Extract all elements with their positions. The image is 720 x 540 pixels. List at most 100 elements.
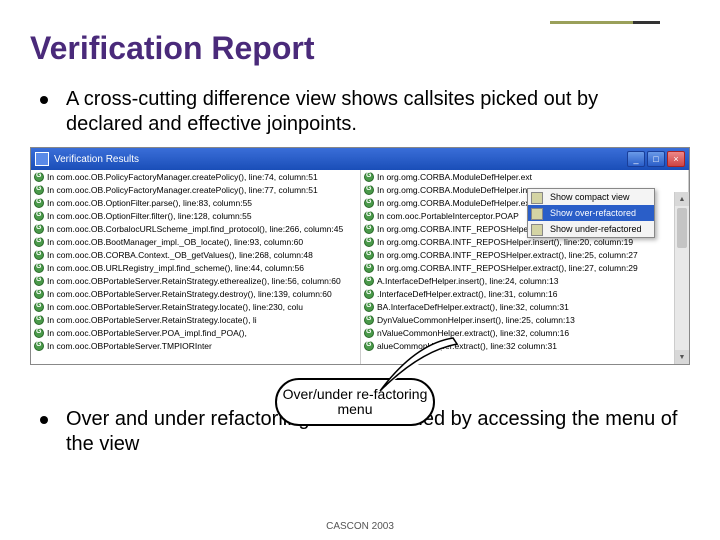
result-text: In org.omg.CORBA.INTF_REPOSHelper.extrac… [377, 263, 638, 273]
result-icon [34, 211, 44, 221]
scrollbar-thumb[interactable] [677, 208, 687, 248]
result-text: In org.omg.CORBA.INTF_REPOSHelper.extrac… [377, 250, 638, 260]
result-icon [364, 172, 374, 182]
result-icon [364, 289, 374, 299]
result-row[interactable]: BA.InterfaceDefHelper.extract(), line:32… [361, 300, 688, 313]
slide-title: Verification Report [30, 30, 690, 67]
result-icon [364, 315, 374, 325]
result-text: BA.InterfaceDefHelper.extract(), line:32… [377, 302, 569, 312]
result-icon [34, 276, 44, 286]
result-icon [364, 302, 374, 312]
result-text: DynValueCommonHelper.insert(), line:25, … [377, 315, 575, 325]
menu-show-under-refactored[interactable]: Show under-refactored [528, 221, 654, 237]
result-icon [364, 224, 374, 234]
verification-results-window: Verification Results _ □ × In com.ooc.OB… [30, 147, 690, 365]
result-row[interactable]: In org.omg.CORBA.ModuleDefHelper.ext [361, 170, 688, 183]
result-row[interactable]: In com.ooc.OBPortableServer.RetainStrate… [31, 287, 360, 300]
result-icon [34, 185, 44, 195]
result-text: In org.omg.CORBA.ModuleDefHelper.ext [377, 198, 532, 208]
result-row[interactable]: In com.ooc.OB.CORBA.Context._OB_getValue… [31, 248, 360, 261]
result-text: In com.ooc.OBPortableServer.RetainStrate… [47, 302, 303, 312]
bullet-dot-icon [40, 416, 48, 424]
vertical-scrollbar[interactable]: ▲ ▼ [674, 192, 689, 364]
result-row[interactable]: In com.ooc.OB.PolicyFactoryManager.creat… [31, 170, 360, 183]
result-text: In com.ooc.OBPortableServer.POA_impl.fin… [47, 328, 247, 338]
result-text: In org.omg.CORBA.ModuleDefHelper.ext [377, 172, 532, 182]
result-row[interactable]: In com.ooc.OBPortableServer.RetainStrate… [31, 313, 360, 326]
result-text: In com.ooc.OBPortableServer.RetainStrate… [47, 315, 257, 325]
maximize-button[interactable]: □ [647, 151, 665, 167]
result-icon [34, 237, 44, 247]
result-row[interactable]: In com.ooc.OB.CorbalocURLScheme_impl.fin… [31, 222, 360, 235]
result-text: In com.ooc.OBPortableServer.RetainStrate… [47, 276, 341, 286]
result-icon [34, 172, 44, 182]
result-text: In com.ooc.OB.PolicyFactoryManager.creat… [47, 185, 318, 195]
result-text: .InterfaceDefHelper.extract(), line:31, … [377, 289, 557, 299]
result-text: A.InterfaceDefHelper.insert(), line:24, … [377, 276, 558, 286]
result-row[interactable]: DynValueCommonHelper.insert(), line:25, … [361, 313, 688, 326]
result-icon [364, 341, 374, 351]
result-icon [364, 250, 374, 260]
result-icon [364, 211, 374, 221]
bullet-1: A cross-cutting difference view shows ca… [40, 87, 680, 137]
bullet-dot-icon [40, 96, 48, 104]
scroll-down-arrow-icon[interactable]: ▼ [675, 350, 689, 364]
slide-footer: CASCON 2003 [0, 521, 720, 532]
result-text: In com.ooc.OBPortableServer.RetainStrate… [47, 289, 332, 299]
result-row[interactable]: In com.ooc.OB.PolicyFactoryManager.creat… [31, 183, 360, 196]
result-text: In org.omg.CORBA.INTF_REPOSHelper.insert… [377, 237, 633, 247]
callout-annotation: Over/under re-factoring menu [275, 378, 435, 426]
result-row[interactable]: In com.ooc.OB.URLRegistry_impl.find_sche… [31, 261, 360, 274]
result-icon [364, 328, 374, 338]
menu-show-compact[interactable]: Show compact view [528, 189, 654, 205]
result-icon [364, 263, 374, 273]
result-icon [364, 276, 374, 286]
close-button[interactable]: × [667, 151, 685, 167]
result-text: In org.omg.CORBA.ModuleDefHelper.ins [377, 185, 532, 195]
result-text: In com.ooc.OB.URLRegistry_impl.find_sche… [47, 263, 304, 273]
result-icon [364, 237, 374, 247]
result-row[interactable]: In org.omg.CORBA.INTF_REPOSHelper.extrac… [361, 261, 688, 274]
result-row[interactable]: In org.omg.CORBA.INTF_REPOSHelper.extrac… [361, 248, 688, 261]
result-icon [34, 328, 44, 338]
result-icon [34, 341, 44, 351]
result-row[interactable]: In com.ooc.OBPortableServer.TMPIORInter [31, 339, 360, 352]
accent-decoration [550, 18, 660, 28]
window-icon [35, 152, 49, 166]
result-row[interactable]: In com.ooc.OB.OptionFilter.parse(), line… [31, 196, 360, 209]
result-icon [34, 315, 44, 325]
result-text: In com.ooc.OB.BootManager_impl._OB_locat… [47, 237, 303, 247]
context-menu: Show compact view Show over-refactored S… [527, 188, 655, 238]
result-icon [34, 250, 44, 260]
result-icon [34, 224, 44, 234]
result-row[interactable]: In com.ooc.OB.BootManager_impl._OB_locat… [31, 235, 360, 248]
minimize-button[interactable]: _ [627, 151, 645, 167]
result-row[interactable]: In com.ooc.OB.OptionFilter.filter(), lin… [31, 209, 360, 222]
result-icon [364, 198, 374, 208]
menu-show-over-refactored[interactable]: Show over-refactored [528, 205, 654, 221]
result-text: In com.ooc.OB.CORBA.Context._OB_getValue… [47, 250, 313, 260]
window-title: Verification Results [54, 154, 627, 165]
result-row[interactable]: A.InterfaceDefHelper.insert(), line:24, … [361, 274, 688, 287]
window-titlebar[interactable]: Verification Results _ □ × [31, 148, 689, 170]
result-icon [34, 302, 44, 312]
result-text: In com.ooc.OB.OptionFilter.parse(), line… [47, 198, 252, 208]
result-row[interactable]: In com.ooc.OBPortableServer.RetainStrate… [31, 300, 360, 313]
result-icon [34, 198, 44, 208]
menu-icon [531, 192, 543, 204]
result-text: In com.ooc.OB.PolicyFactoryManager.creat… [47, 172, 318, 182]
bullet-1-text: A cross-cutting difference view shows ca… [66, 87, 680, 137]
callout-pointer-icon [375, 336, 465, 396]
result-icon [364, 185, 374, 195]
result-text: In com.ooc.OB.CorbalocURLScheme_impl.fin… [47, 224, 343, 234]
left-results-pane[interactable]: In com.ooc.OB.PolicyFactoryManager.creat… [31, 170, 361, 364]
result-text: In com.ooc.PortableInterceptor.POAP [377, 211, 519, 221]
menu-icon [531, 208, 543, 220]
result-text: In com.ooc.OBPortableServer.TMPIORInter [47, 341, 212, 351]
result-row[interactable]: .InterfaceDefHelper.extract(), line:31, … [361, 287, 688, 300]
scroll-up-arrow-icon[interactable]: ▲ [675, 192, 689, 206]
result-text: In com.ooc.OB.OptionFilter.filter(), lin… [47, 211, 252, 221]
result-row[interactable]: In com.ooc.OBPortableServer.RetainStrate… [31, 274, 360, 287]
result-row[interactable]: In com.ooc.OBPortableServer.POA_impl.fin… [31, 326, 360, 339]
result-icon [34, 263, 44, 273]
